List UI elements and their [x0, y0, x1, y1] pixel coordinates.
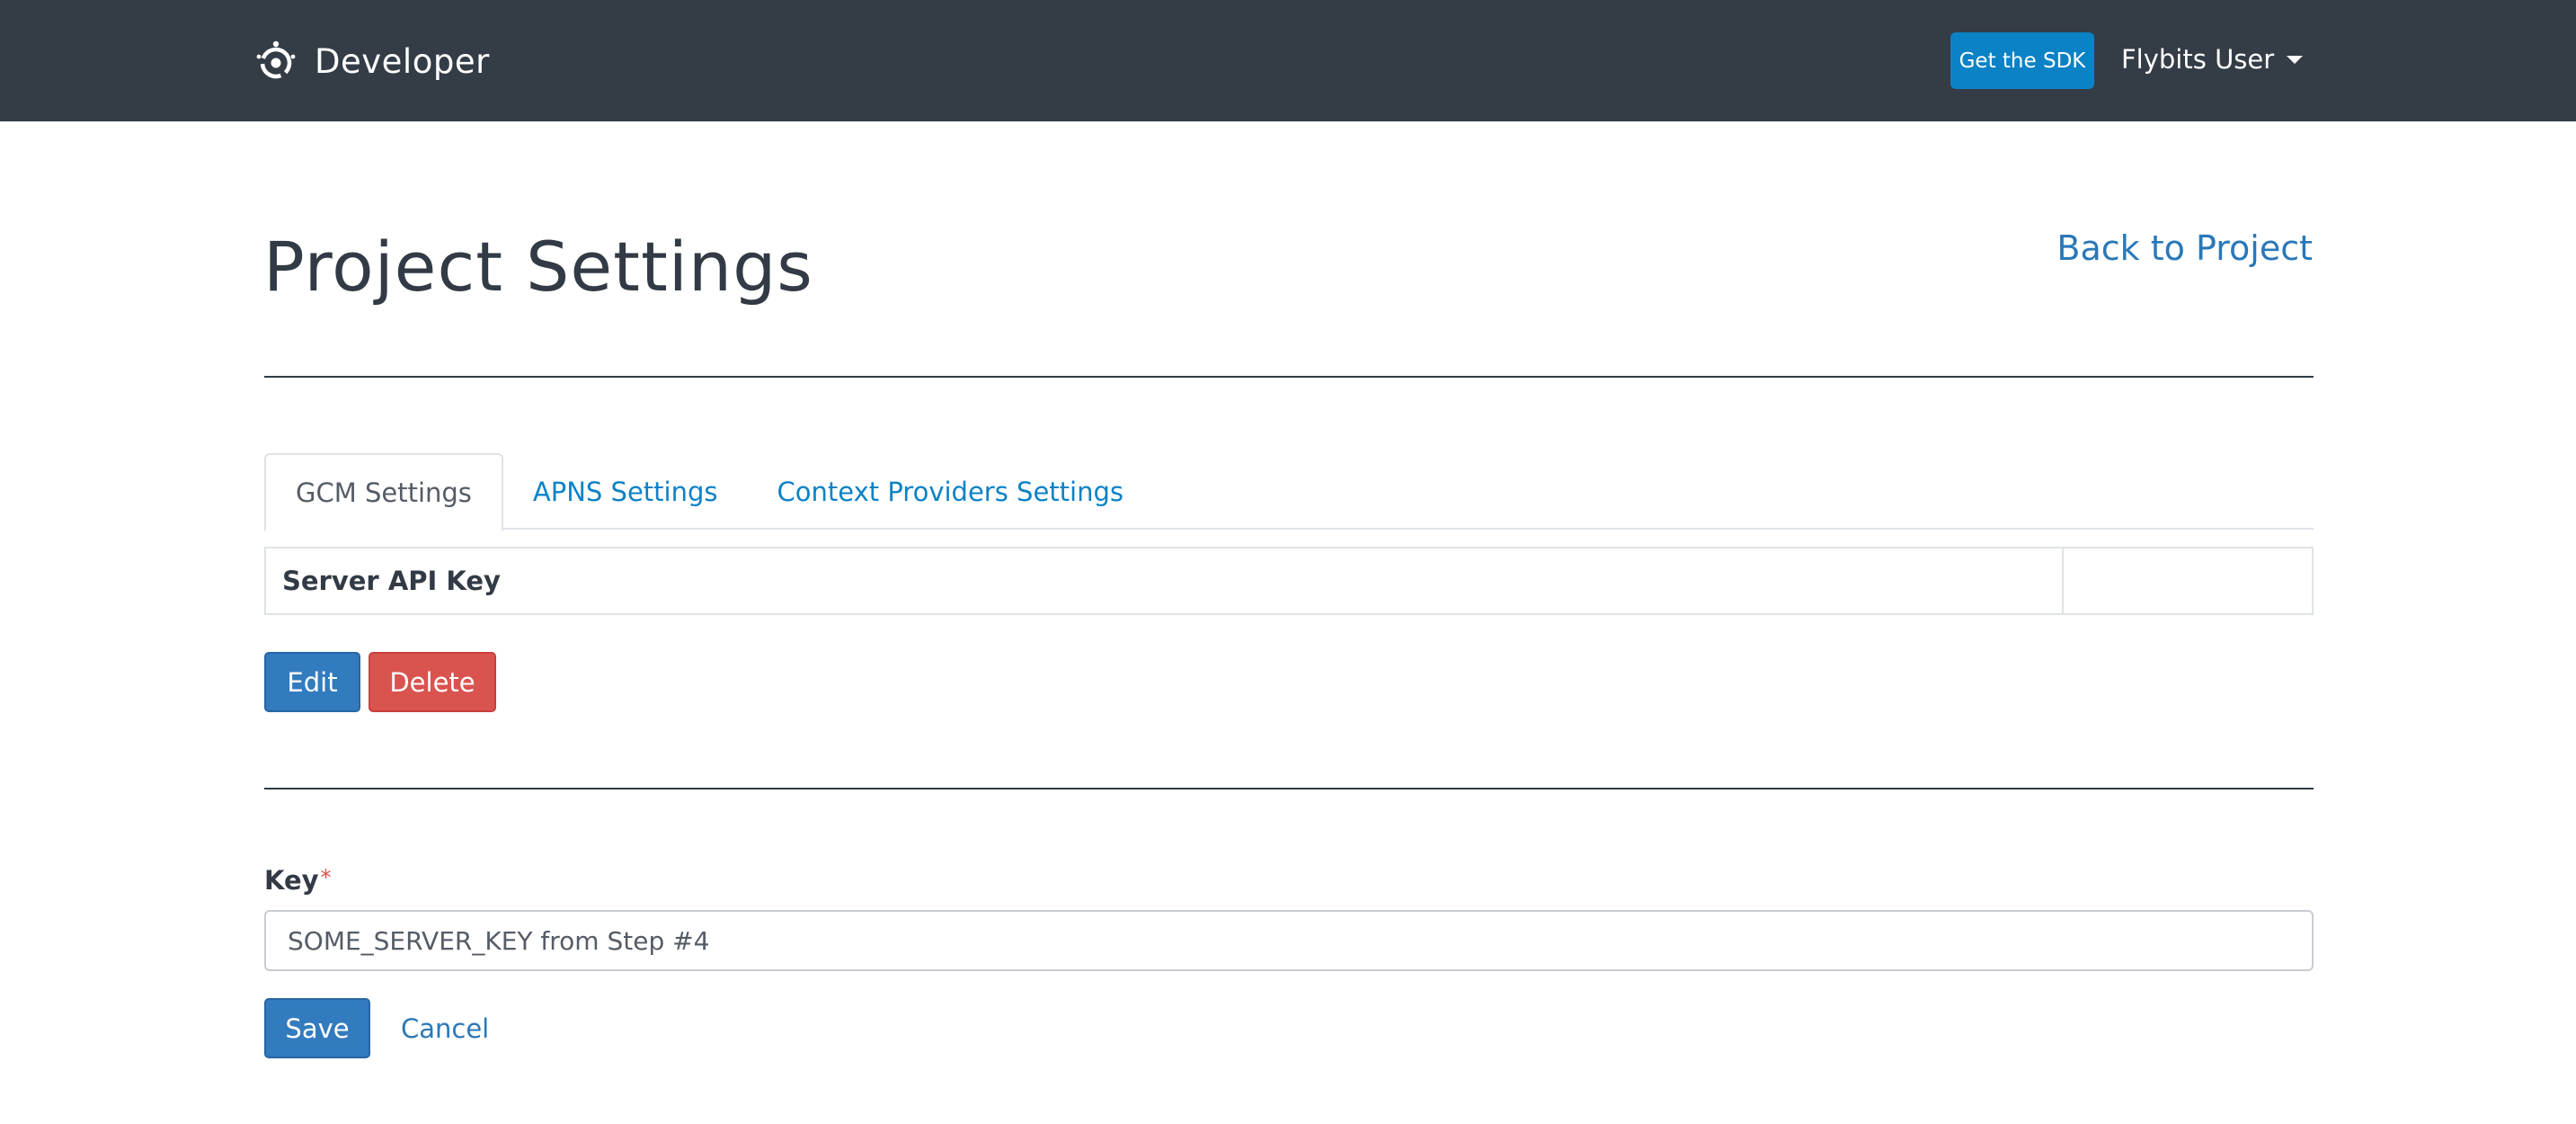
- cancel-link[interactable]: Cancel: [401, 1007, 489, 1050]
- save-button[interactable]: Save: [264, 998, 370, 1058]
- settings-table: Server API Key: [264, 547, 2314, 615]
- header-divider: [264, 376, 2314, 378]
- top-navbar: Developer Get the SDK Flybits User: [0, 0, 2576, 121]
- settings-tabs: GCM Settings APNS Settings Context Provi…: [264, 453, 2314, 531]
- brand[interactable]: Developer: [253, 36, 490, 86]
- back-to-project-link[interactable]: Back to Project: [2056, 225, 2313, 272]
- tab-gcm-settings[interactable]: GCM Settings: [264, 453, 503, 531]
- delete-button[interactable]: Delete: [369, 652, 496, 712]
- get-sdk-button[interactable]: Get the SDK: [1950, 32, 2094, 89]
- key-field-label: Key *: [264, 865, 332, 896]
- table-cell-value: [2064, 549, 2312, 613]
- brand-name: Developer: [315, 41, 490, 81]
- tab-context-providers-settings[interactable]: Context Providers Settings: [748, 453, 1154, 530]
- caret-down-icon: [2287, 55, 2304, 64]
- user-menu-dropdown[interactable]: Flybits User: [2121, 40, 2304, 79]
- user-menu-label: Flybits User: [2121, 44, 2275, 75]
- table-cell-key: Server API Key: [266, 549, 2064, 613]
- key-label-text: Key: [264, 865, 319, 896]
- section-divider: [264, 788, 2314, 789]
- tab-apns-settings[interactable]: APNS Settings: [503, 453, 748, 530]
- page-title: Project Settings: [263, 227, 813, 307]
- key-input[interactable]: [264, 910, 2314, 971]
- edit-button[interactable]: Edit: [264, 652, 360, 712]
- flybits-logo-icon: [256, 40, 296, 79]
- required-marker: *: [320, 865, 332, 890]
